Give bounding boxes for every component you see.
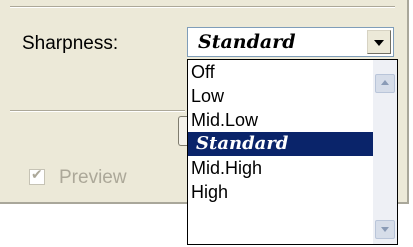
sharpness-selected-value: Standard	[198, 31, 296, 53]
sharpness-combobox[interactable]: Standard	[187, 27, 394, 57]
option-off[interactable]: Off	[188, 60, 374, 84]
option-list: Off Low Mid.Low Standard Mid.High High	[188, 60, 374, 204]
option-high[interactable]: High	[188, 180, 374, 204]
chevron-down-icon	[374, 40, 384, 46]
dropdown-toggle-button[interactable]	[367, 30, 391, 54]
preview-label: Preview	[59, 167, 127, 188]
separator-top	[10, 6, 395, 8]
option-standard[interactable]: Standard	[188, 132, 374, 156]
scroll-down-arrow-icon	[381, 227, 389, 232]
option-low[interactable]: Low	[188, 84, 374, 108]
list-scrollbar[interactable]	[373, 60, 397, 244]
sharpness-dropdown-list[interactable]: Off Low Mid.Low Standard Mid.High High	[187, 59, 398, 245]
sharpness-dialog: Sharpness: Standard ✔ Preview Off Low Mi…	[0, 0, 413, 247]
option-mid-low[interactable]: Mid.Low	[188, 108, 374, 132]
scroll-up-button[interactable]	[375, 74, 395, 93]
checkmark-icon: ✔	[31, 167, 43, 183]
sharpness-label: Sharpness:	[22, 33, 119, 54]
separator-middle	[10, 110, 185, 112]
scroll-up-arrow-icon	[381, 80, 389, 85]
preview-checkbox[interactable]: ✔	[29, 167, 45, 185]
scroll-down-button[interactable]	[375, 220, 395, 239]
option-mid-high[interactable]: Mid.High	[188, 156, 374, 180]
